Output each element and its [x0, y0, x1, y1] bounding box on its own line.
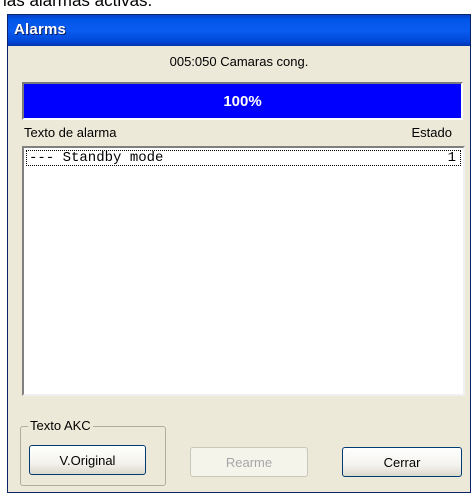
column-header-state: Estado [411, 125, 452, 140]
alarm-header-text: 005:050 Camaras cong. [169, 54, 309, 69]
alarm-state: 1 [447, 150, 456, 166]
progress-label: 100% [223, 92, 262, 110]
progress-bar: 100% [22, 82, 463, 120]
title-bar[interactable]: Alarms [8, 15, 470, 46]
close-button[interactable]: Cerrar [342, 447, 462, 477]
group-label: Texto AKC [28, 418, 93, 433]
original-button[interactable]: V.Original [29, 445, 146, 475]
alarm-text: --- Standby mode [29, 150, 164, 166]
window-title: Alarms [14, 21, 67, 38]
background-caption-text: las alarmas activas. [3, 0, 153, 10]
list-item[interactable]: --- Standby mode 1 [26, 150, 461, 166]
alarm-list[interactable]: --- Standby mode 1 [22, 146, 465, 396]
alarms-window: Alarms 005:050 Camaras cong. 100% Texto … [7, 14, 471, 493]
reset-button[interactable]: Rearme [190, 447, 308, 477]
column-header-alarm-text: Texto de alarma [24, 125, 117, 140]
